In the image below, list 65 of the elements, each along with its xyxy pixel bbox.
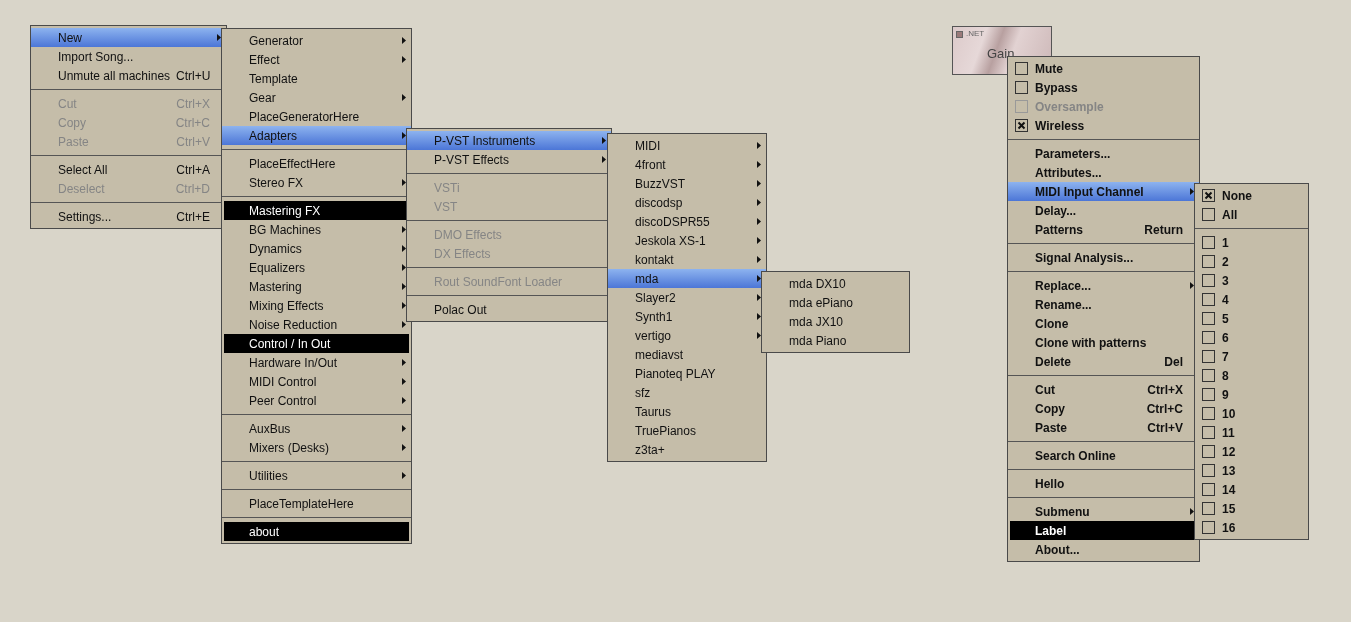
shortcut-text: Ctrl+C	[1145, 400, 1184, 418]
menu-item[interactable]: Taurus	[608, 402, 766, 421]
menu-item[interactable]: MIDI	[608, 136, 766, 155]
menu-item[interactable]: Bypass	[1008, 78, 1199, 97]
menu-item[interactable]: 16	[1195, 518, 1308, 537]
menu-item[interactable]: PlaceTemplateHere	[222, 494, 411, 513]
shortcut-text: Ctrl+V	[175, 133, 211, 151]
menu-item[interactable]: 13	[1195, 461, 1308, 480]
menu-item[interactable]: 1	[1195, 233, 1308, 252]
menu-item[interactable]: Pianoteq PLAY	[608, 364, 766, 383]
menu-item[interactable]: Attributes...	[1008, 163, 1199, 182]
shortcut-text: Del	[1163, 353, 1184, 371]
shortcut-text: Ctrl+U	[175, 67, 212, 85]
menu-item[interactable]: discodsp	[608, 193, 766, 212]
menu-item[interactable]: sfz	[608, 383, 766, 402]
menu-item[interactable]: discoDSPR55	[608, 212, 766, 231]
menu-item[interactable]: kontakt	[608, 250, 766, 269]
menu-item[interactable]: Hardware In/Out	[222, 353, 411, 372]
menu-item[interactable]: 2	[1195, 252, 1308, 271]
menu-item[interactable]: BuzzVST	[608, 174, 766, 193]
menu-item[interactable]: 14	[1195, 480, 1308, 499]
shortcut-text: Ctrl+X	[175, 95, 211, 113]
menu-label: Mastering FX	[224, 201, 409, 220]
menu-item[interactable]: About...	[1008, 540, 1199, 559]
menu-item[interactable]: Template	[222, 69, 411, 88]
menu-label: Label	[1010, 521, 1197, 540]
menu-item[interactable]: Parameters...	[1008, 144, 1199, 163]
shortcut-text: Ctrl+E	[175, 208, 211, 226]
menu-item[interactable]: MIDI Input Channel	[1008, 182, 1199, 201]
menu-item[interactable]: P-VST Effects	[407, 150, 611, 169]
shortcut-text: Ctrl+X	[1146, 381, 1184, 399]
menu-item[interactable]: MIDI Control	[222, 372, 411, 391]
menu-item[interactable]: P-VST Instruments	[407, 131, 611, 150]
menu-item[interactable]: AuxBus	[222, 419, 411, 438]
shortcut-text: Ctrl+D	[174, 180, 211, 198]
menu-item[interactable]: TruePianos	[608, 421, 766, 440]
menu-item[interactable]: 11	[1195, 423, 1308, 442]
menu-item[interactable]: All	[1195, 205, 1308, 224]
led-icon	[956, 31, 963, 38]
menu-item[interactable]: Effect	[222, 50, 411, 69]
menu-item[interactable]: 12	[1195, 442, 1308, 461]
menu-item[interactable]: 7	[1195, 347, 1308, 366]
node-type-label: .NET	[966, 28, 985, 40]
menu-item[interactable]: Utilities	[222, 466, 411, 485]
menu-item[interactable]: 9	[1195, 385, 1308, 404]
shortcut-text: Ctrl+A	[175, 161, 211, 179]
menu-item[interactable]: 4front	[608, 155, 766, 174]
menu-item[interactable]: Adapters	[222, 126, 411, 145]
menu-item[interactable]: 6	[1195, 328, 1308, 347]
shortcut-text: Return	[1143, 221, 1184, 239]
menu-item[interactable]: Mixers (Desks)	[222, 438, 411, 457]
shortcut-text: Ctrl+V	[1146, 419, 1184, 437]
menu-item[interactable]: PlaceGeneratorHere	[222, 107, 411, 126]
menu-item[interactable]: z3ta+	[608, 440, 766, 459]
menu-label: about	[224, 522, 409, 541]
menu-item[interactable]: 5	[1195, 309, 1308, 328]
menu-item[interactable]: Jeskola XS-1	[608, 231, 766, 250]
menu-item[interactable]: mda	[608, 269, 766, 288]
menu-item[interactable]: Peer Control	[222, 391, 411, 410]
menu-label: Control / In Out	[224, 334, 409, 353]
menu-item[interactable]: Wireless	[1008, 116, 1199, 135]
menu-item[interactable]: Gear	[222, 88, 411, 107]
menu-item[interactable]: 10	[1195, 404, 1308, 423]
shortcut-text: Ctrl+C	[174, 114, 211, 132]
menu-item[interactable]: 8	[1195, 366, 1308, 385]
